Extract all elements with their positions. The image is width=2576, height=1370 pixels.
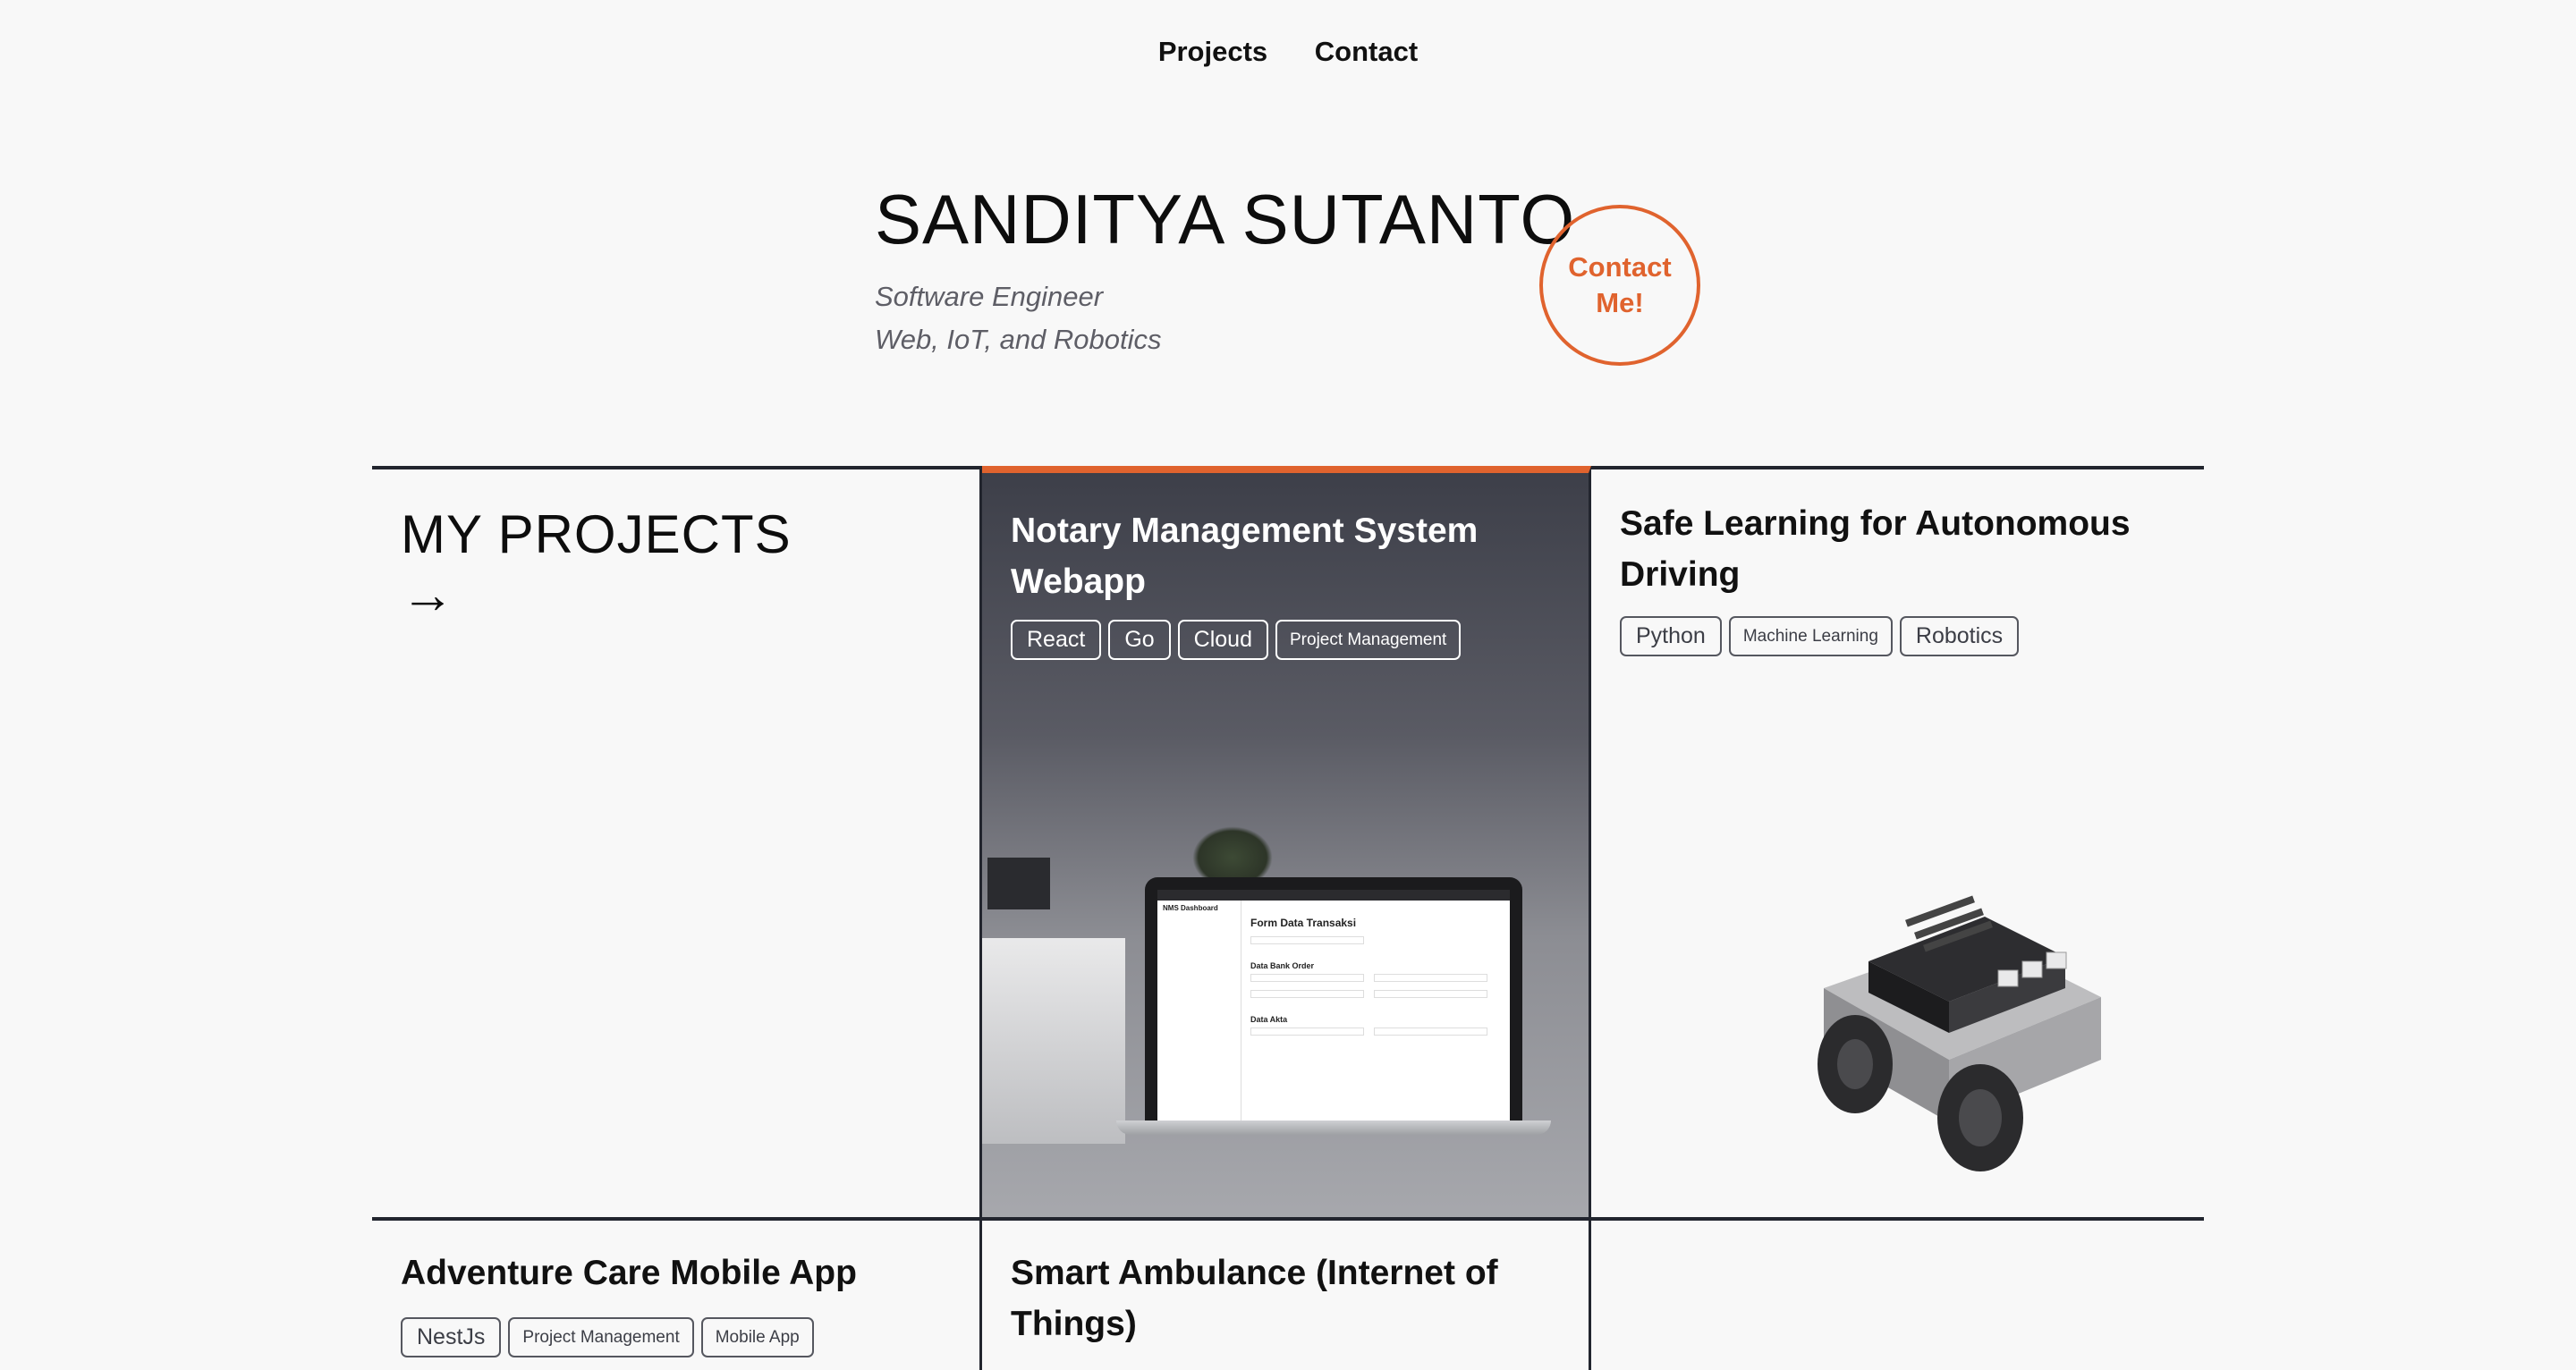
projects-grid: MY PROJECTS → NMS Dashboard Form Data Tr… <box>372 466 2204 1370</box>
contact-me-button[interactable]: Contact Me! <box>1539 205 1700 366</box>
tag: Project Management <box>508 1317 694 1357</box>
tag: Robotics <box>1899 616 2020 656</box>
desk-image <box>982 938 1125 1144</box>
project-card-safe-learning[interactable]: Safe Learning for Autonomous Driving Pyt… <box>1591 466 2204 1221</box>
project-title[interactable]: Adventure Care Mobile App <box>401 1247 955 1298</box>
nav-contact-link[interactable]: Contact <box>1315 36 1418 67</box>
project-title[interactable]: Safe Learning for Autonomous Driving <box>1620 498 2174 600</box>
form-field <box>1250 974 1364 982</box>
section-heading: MY PROJECTS <box>401 504 792 564</box>
arrow-right-icon: → <box>401 564 454 624</box>
form-field <box>1374 990 1488 998</box>
project-tags: Python Machine Learning Robotics <box>1620 616 2020 656</box>
form-field <box>1374 1028 1488 1036</box>
my-projects-header-cell: MY PROJECTS → <box>372 466 982 1221</box>
tag: Cloud <box>1177 620 1268 660</box>
form-field <box>1250 936 1364 944</box>
form-title: Form Data Transaksi <box>1250 917 1357 929</box>
tag: Go <box>1108 620 1171 660</box>
app-sidebar: NMS Dashboard <box>1157 901 1241 1121</box>
nav-projects-link[interactable]: Projects <box>1158 36 1267 67</box>
project-title[interactable]: Notary Management System Webapp <box>1011 505 1565 607</box>
tag: Project Management <box>1275 620 1462 660</box>
tag: NestJs <box>401 1317 502 1357</box>
hero-role-specialties: Web, IoT, and Robotics <box>875 324 1162 355</box>
laptop-image: NMS Dashboard Form Data Transaksi Data B… <box>1145 877 1522 1121</box>
app-form: Form Data Transaksi Data Bank Order Data… <box>1250 917 1503 1121</box>
hero-name: SANDITYA SUTANTO <box>875 180 1576 258</box>
laptop-base <box>1116 1121 1551 1135</box>
tag: Machine Learning <box>1728 616 1893 656</box>
tag: React <box>1011 620 1102 660</box>
project-tags: React Go Cloud Project Management <box>1011 620 1462 660</box>
robot-car-image <box>1818 895 2101 1171</box>
tag: Python <box>1620 616 1722 656</box>
monitor-image <box>987 858 1050 909</box>
hero-role: Software Engineer Web, IoT, and Robotics <box>875 275 1162 361</box>
project-card-adventure-care[interactable]: Adventure Care Mobile App NestJs Project… <box>372 1217 982 1370</box>
project-tags: NestJs Project Management Mobile App <box>401 1317 814 1357</box>
project-card-smart-ambulance[interactable]: Smart Ambulance (Internet of Things) <box>982 1217 1591 1370</box>
project-card-notary[interactable]: NMS Dashboard Form Data Transaksi Data B… <box>982 466 1591 1221</box>
tag: Mobile App <box>700 1317 814 1357</box>
form-field <box>1250 990 1364 998</box>
app-title: NMS Dashboard <box>1163 904 1218 912</box>
form-field <box>1374 974 1488 982</box>
empty-grid-cell <box>1591 1217 2204 1370</box>
form-section-akta: Data Akta <box>1250 1015 1288 1024</box>
form-field <box>1250 1028 1364 1036</box>
laptop-display: NMS Dashboard Form Data Transaksi Data B… <box>1157 890 1510 1121</box>
browser-bar <box>1157 890 1510 901</box>
form-section-bank: Data Bank Order <box>1250 961 1315 970</box>
hero-role-title: Software Engineer <box>875 281 1104 312</box>
top-nav: Projects Contact <box>0 36 2576 68</box>
project-title[interactable]: Smart Ambulance (Internet of Things) <box>1011 1247 1565 1349</box>
